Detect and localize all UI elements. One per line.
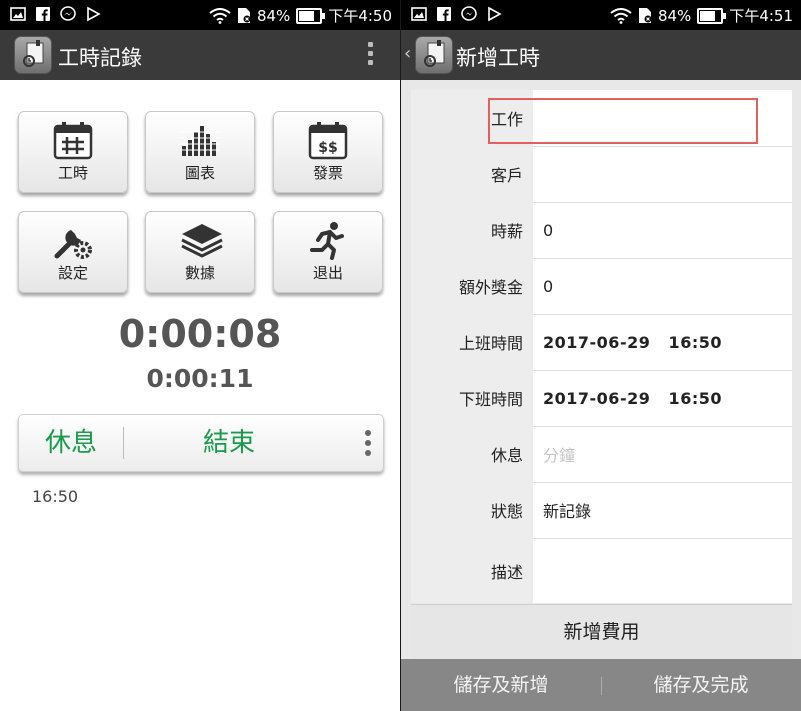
screen-title: 新增工時 xyxy=(456,46,540,70)
tile-label: 圖表 xyxy=(184,164,215,182)
description-input[interactable] xyxy=(533,538,792,603)
status-time: 下午4:51 xyxy=(729,7,793,25)
tile-label: 工時 xyxy=(57,164,88,182)
app-bar: ‹ 新增工時 xyxy=(401,30,801,80)
break-minutes-input[interactable]: 分鐘 xyxy=(533,426,792,482)
field-label: 工作 xyxy=(411,90,533,146)
tile-work-hours[interactable]: 工時 xyxy=(18,111,128,193)
add-timesheet-screen: 84% 下午4:51 ‹ 新增工時 工作 客戶 時薪 0 額外獎金 0 上班時間 xyxy=(401,0,801,711)
field-end-time[interactable]: 下班時間 2017-06-29 16:50 xyxy=(411,370,792,427)
field-label: 客戶 xyxy=(411,146,533,202)
timesheet-form: 工作 客戶 時薪 0 額外獎金 0 上班時間 2017-06-29 16:50 … xyxy=(411,90,792,603)
rest-button[interactable]: 休息 xyxy=(19,415,123,471)
bonus-input[interactable]: 0 xyxy=(533,258,792,314)
field-client[interactable]: 客戶 xyxy=(411,146,792,203)
field-start-time[interactable]: 上班時間 2017-06-29 16:50 xyxy=(411,314,792,371)
sim-card-icon xyxy=(237,8,251,23)
back-chevron-icon[interactable]: ‹ xyxy=(404,43,411,64)
status-bar: 84% 下午4:50 xyxy=(0,0,400,30)
svg-text:$$: $$ xyxy=(318,140,337,156)
status-time: 下午4:50 xyxy=(328,7,392,25)
tile-label: 數據 xyxy=(184,264,215,282)
sim-card-icon xyxy=(638,8,652,23)
messenger-icon xyxy=(461,6,477,21)
add-expense-button[interactable]: 新增費用 xyxy=(411,604,792,660)
field-label: 下班時間 xyxy=(411,370,533,426)
tile-data[interactable]: 數據 xyxy=(145,211,255,293)
field-label: 描述 xyxy=(411,538,533,603)
secondary-timer: 0:00:11 xyxy=(146,364,254,393)
wifi-icon xyxy=(209,7,231,24)
layers-icon xyxy=(181,224,223,258)
field-label: 額外獎金 xyxy=(411,258,533,314)
field-description[interactable]: 描述 xyxy=(411,538,792,603)
play-store-icon xyxy=(488,6,502,22)
app-title: 工時記錄 xyxy=(58,46,142,70)
tile-charts[interactable]: 圖表 xyxy=(145,111,255,193)
tile-label: 發票 xyxy=(312,164,343,182)
field-hourly-rate[interactable]: 時薪 0 xyxy=(411,202,792,259)
battery-percent: 84% xyxy=(657,6,692,25)
image-notification-icon xyxy=(10,7,26,21)
more-options-icon[interactable] xyxy=(365,430,371,456)
job-input[interactable] xyxy=(533,90,792,146)
messenger-icon xyxy=(60,6,76,21)
field-label: 時薪 xyxy=(411,202,533,258)
start-time-label: 16:50 xyxy=(32,487,79,506)
hourly-rate-input[interactable]: 0 xyxy=(533,202,792,258)
app-logo-icon[interactable] xyxy=(415,36,453,74)
image-notification-icon xyxy=(411,7,427,21)
play-store-icon xyxy=(87,6,101,22)
bottom-action-bar: 儲存及新增 儲存及完成 xyxy=(401,659,801,711)
battery-fill xyxy=(299,10,315,21)
client-input[interactable] xyxy=(533,146,792,202)
field-job[interactable]: 工作 xyxy=(411,90,792,147)
timesheet-main-screen: 84% 下午4:50 工時記錄 工時 圖表 $$ 發票 設定 數據 退出 0:0… xyxy=(0,0,400,711)
running-man-icon xyxy=(310,222,344,260)
timer-action-bar: 休息 結束 xyxy=(18,414,384,472)
tile-settings[interactable]: 設定 xyxy=(18,211,128,293)
wrench-gear-icon xyxy=(54,230,92,259)
tile-label: 設定 xyxy=(57,264,88,282)
field-label: 上班時間 xyxy=(411,314,533,370)
battery-icon xyxy=(296,7,326,24)
field-bonus[interactable]: 額外獎金 0 xyxy=(411,258,792,315)
end-time-picker[interactable]: 2017-06-29 16:50 xyxy=(533,370,792,426)
elapsed-timer: 0:00:08 xyxy=(118,312,282,356)
field-label: 休息 xyxy=(411,426,533,482)
invoice-calendar-icon: $$ xyxy=(308,122,348,160)
field-status[interactable]: 狀態 新記錄 xyxy=(411,482,792,539)
status-select[interactable]: 新記錄 xyxy=(533,482,792,538)
tile-invoices[interactable]: $$ 發票 xyxy=(273,111,383,193)
status-bar: 84% 下午4:51 xyxy=(401,0,801,30)
app-logo-icon[interactable] xyxy=(14,36,52,74)
facebook-icon xyxy=(36,7,50,21)
save-and-finish-button[interactable]: 儲存及完成 xyxy=(601,659,801,711)
field-label: 狀態 xyxy=(411,482,533,538)
field-break[interactable]: 休息 分鐘 xyxy=(411,426,792,483)
battery-icon xyxy=(697,7,727,24)
start-time-picker[interactable]: 2017-06-29 16:50 xyxy=(533,314,792,370)
app-bar: 工時記錄 xyxy=(0,30,400,80)
bar-chart-icon xyxy=(180,126,220,156)
battery-fill xyxy=(700,10,716,21)
battery-percent: 84% xyxy=(256,6,291,25)
wifi-icon xyxy=(610,7,632,24)
end-button[interactable]: 結束 xyxy=(124,415,334,471)
tile-exit[interactable]: 退出 xyxy=(273,211,383,293)
calendar-grid-icon xyxy=(53,122,93,160)
overflow-menu-icon[interactable] xyxy=(368,42,374,65)
tile-label: 退出 xyxy=(312,264,343,282)
facebook-icon xyxy=(437,7,451,21)
save-and-add-button[interactable]: 儲存及新增 xyxy=(401,659,601,711)
